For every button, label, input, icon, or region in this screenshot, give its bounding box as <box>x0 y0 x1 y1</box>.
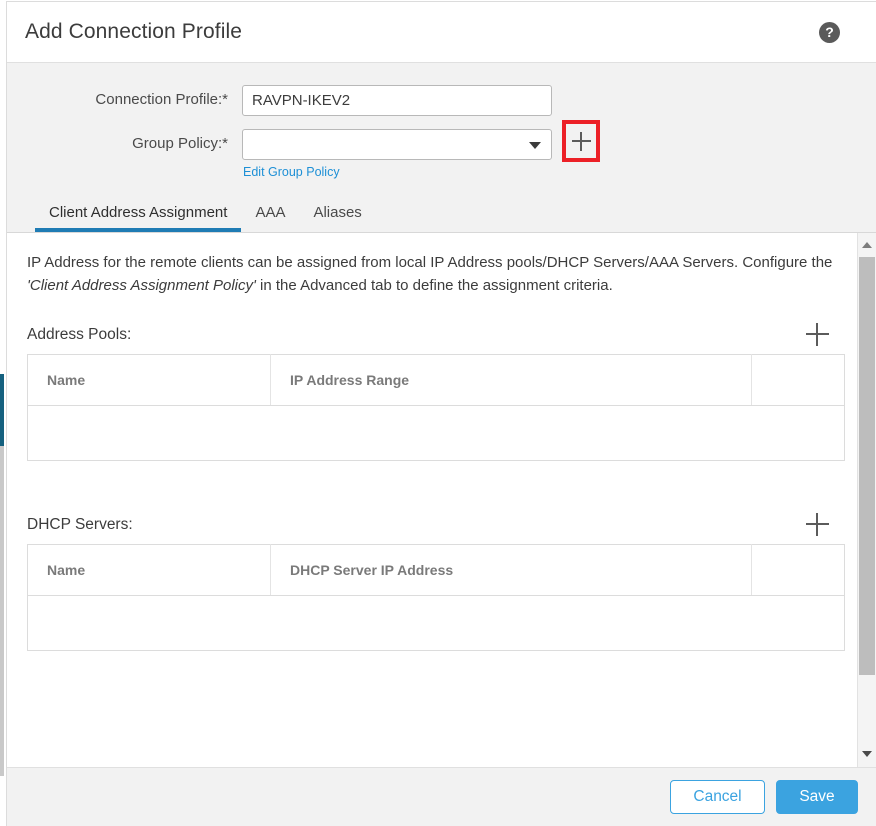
address-pools-table: Name IP Address Range <box>27 354 845 461</box>
dhcp-servers-table: Name DHCP Server IP Address <box>27 544 845 651</box>
column-header-ip-address-range: IP Address Range <box>270 354 752 406</box>
connection-profile-label: Connection Profile:* <box>95 91 228 108</box>
scroll-down-arrow-icon[interactable] <box>858 745 876 762</box>
connection-profile-field-wrap <box>242 85 552 116</box>
empty-table-cell <box>28 596 845 651</box>
profile-form: Connection Profile:* Group Policy:* Edit… <box>7 63 876 194</box>
address-pools-table-head: Name IP Address Range <box>27 354 845 406</box>
page-title: Add Connection Profile <box>25 20 242 43</box>
dialog-header: Add Connection Profile ? <box>7 2 876 63</box>
tab-content-area: IP Address for the remote clients can be… <box>7 233 876 767</box>
tab-aliases[interactable]: Aliases <box>299 205 375 232</box>
add-dhcp-server-button[interactable] <box>806 513 829 536</box>
tab-bar: Client Address Assignment AAA Aliases <box>7 194 876 233</box>
edit-group-policy-link[interactable]: Edit Group Policy <box>243 165 340 179</box>
address-pools-header: Address Pools: <box>27 323 835 346</box>
group-policy-row: Group Policy:* Edit Group Policy <box>7 120 876 181</box>
table-row <box>28 406 845 461</box>
column-header-dhcp-server-ip-address: DHCP Server IP Address <box>270 544 752 596</box>
dhcp-servers-title: DHCP Servers: <box>27 515 133 533</box>
intro-text-emphasis: 'Client Address Assignment Policy' <box>27 277 256 294</box>
address-pools-table-body <box>28 406 845 461</box>
address-pools-title: Address Pools: <box>27 325 132 343</box>
tab-client-address-assignment[interactable]: Client Address Assignment <box>35 205 242 232</box>
chevron-down-icon <box>529 142 541 149</box>
vertical-scrollbar[interactable] <box>857 233 876 767</box>
add-address-pool-button[interactable] <box>806 323 829 346</box>
background-divider-strip <box>0 446 4 776</box>
add-connection-profile-dialog: Add Connection Profile ? Connection Prof… <box>7 2 876 826</box>
dialog-footer: Cancel Save <box>7 767 876 826</box>
background-accent-strip <box>0 374 4 446</box>
plus-icon <box>571 131 591 151</box>
dhcp-servers-header: DHCP Servers: <box>27 513 835 536</box>
dhcp-servers-table-head: Name DHCP Server IP Address <box>27 544 845 596</box>
triangle-down-icon <box>862 750 872 757</box>
empty-table-cell <box>28 406 845 461</box>
triangle-up-icon <box>862 241 872 248</box>
save-button[interactable]: Save <box>776 780 858 814</box>
group-policy-field-wrap: Edit Group Policy <box>242 120 600 181</box>
intro-text-part1: IP Address for the remote clients can be… <box>27 254 833 271</box>
table-header-row: Name IP Address Range <box>27 354 845 406</box>
table-header-row: Name DHCP Server IP Address <box>27 544 845 596</box>
column-header-name: Name <box>27 354 271 406</box>
column-header-actions <box>751 354 845 406</box>
group-policy-dropdown[interactable] <box>242 129 552 160</box>
table-row <box>28 596 845 651</box>
group-policy-label: Group Policy:* <box>132 135 228 152</box>
dhcp-servers-table-body <box>28 596 845 651</box>
intro-description: IP Address for the remote clients can be… <box>27 251 835 297</box>
intro-text-part2: in the Advanced tab to define the assign… <box>255 277 613 294</box>
connection-profile-input[interactable] <box>242 85 552 116</box>
tab-aaa[interactable]: AAA <box>241 205 299 232</box>
cancel-button[interactable]: Cancel <box>670 780 765 814</box>
column-header-name: Name <box>27 544 271 596</box>
connection-profile-row: Connection Profile:* <box>7 85 876 116</box>
help-icon[interactable]: ? <box>819 21 840 43</box>
scrollbar-thumb[interactable] <box>859 257 875 675</box>
add-group-policy-button[interactable] <box>562 120 600 162</box>
column-header-actions <box>751 544 845 596</box>
scroll-up-arrow-icon[interactable] <box>858 236 876 253</box>
client-address-assignment-panel: IP Address for the remote clients can be… <box>7 233 857 767</box>
